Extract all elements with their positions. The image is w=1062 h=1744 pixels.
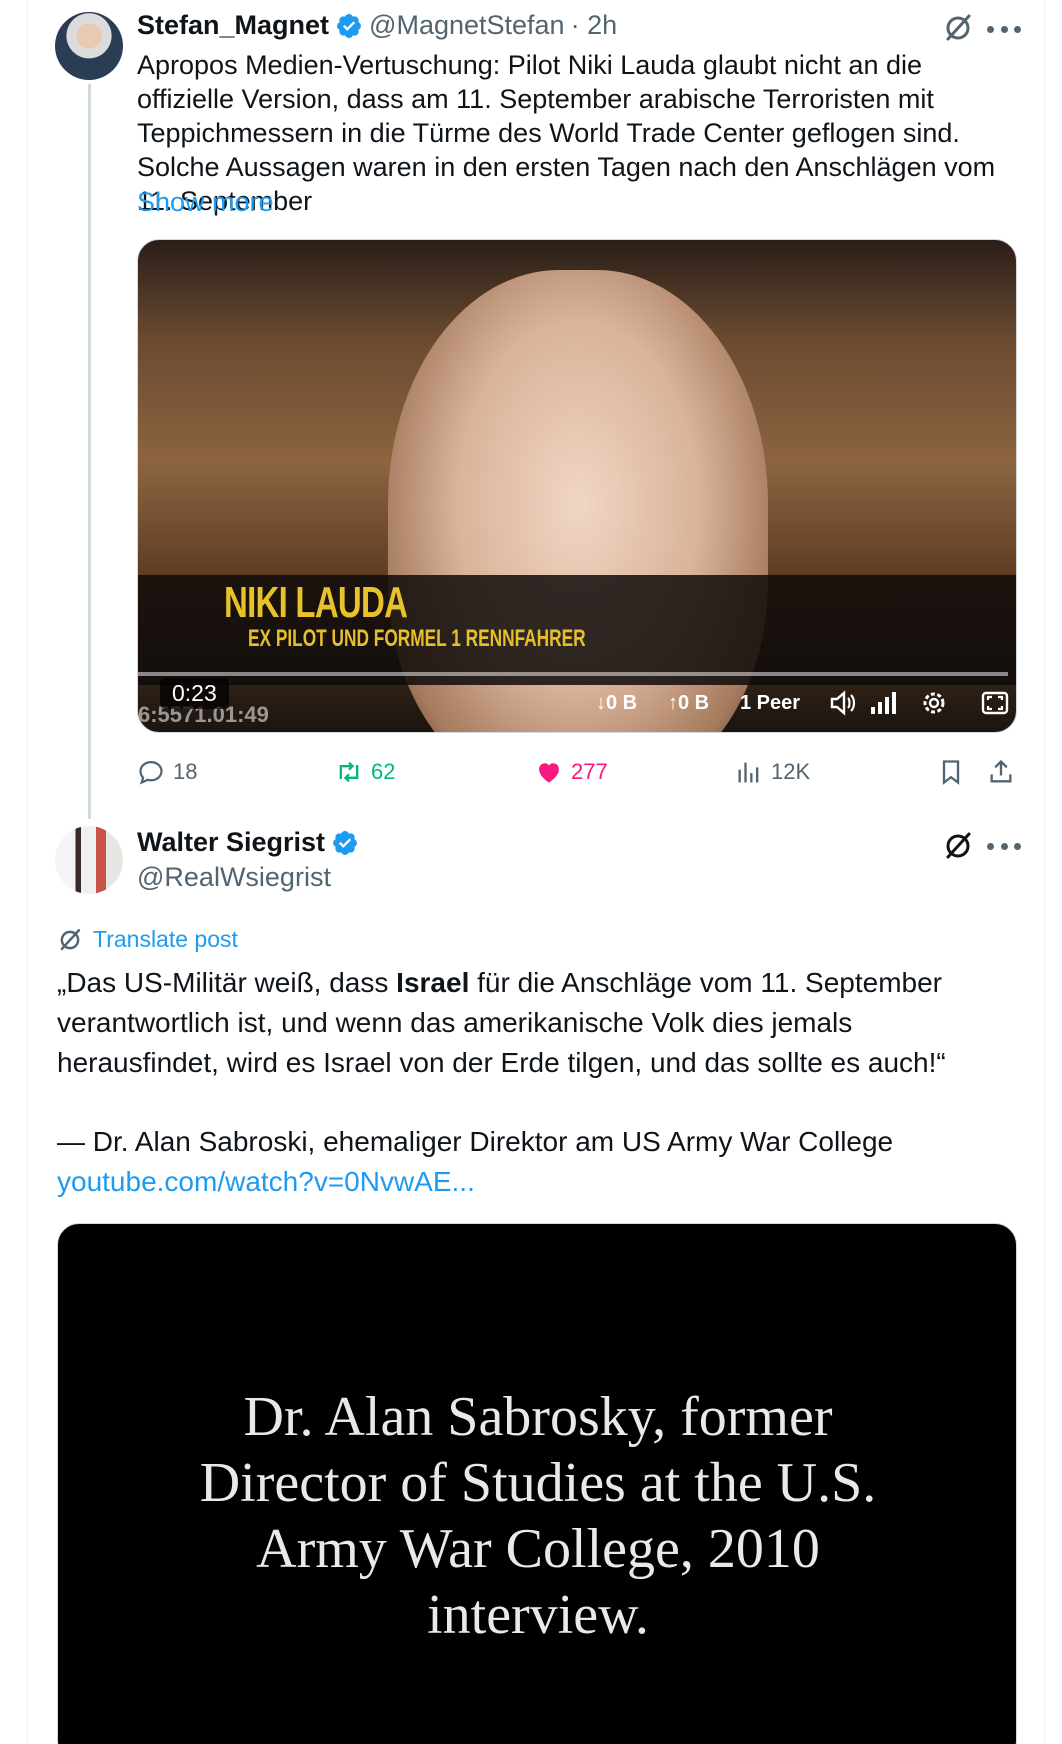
translate-post-link[interactable]: Translate post bbox=[57, 926, 238, 953]
translate-icon bbox=[60, 928, 81, 950]
fullscreen-icon[interactable] bbox=[980, 688, 1010, 718]
grok-icon[interactable] bbox=[942, 830, 974, 862]
show-more-link[interactable]: Show more bbox=[137, 185, 274, 219]
progress-bar[interactable] bbox=[138, 672, 1008, 676]
video-title-card: Dr. Alan Sabrosky, former Director of St… bbox=[58, 1384, 1016, 1648]
repost-icon bbox=[339, 761, 359, 783]
caption-name: NIKI LAUDA bbox=[224, 578, 408, 627]
download-rate: ↓0 B bbox=[596, 692, 638, 714]
upload-rate-value: 0 B bbox=[678, 692, 710, 714]
more-icon[interactable] bbox=[987, 24, 1021, 34]
reply-count: 18 bbox=[173, 759, 198, 784]
share-button[interactable] bbox=[987, 752, 1023, 792]
repost-button[interactable]: 62 bbox=[335, 752, 395, 792]
video-player[interactable]: Dr. Alan Sabrosky, former Director of St… bbox=[57, 1223, 1017, 1744]
video-text-line: Dr. Alan Sabrosky, former bbox=[243, 1386, 833, 1448]
display-name[interactable]: Walter Siegrist bbox=[137, 827, 325, 858]
peer-count: 1 Peer bbox=[740, 692, 801, 714]
verified-badge-icon bbox=[337, 13, 362, 38]
display-name[interactable]: Stefan_Magnet bbox=[137, 10, 329, 41]
views-icon bbox=[738, 762, 759, 783]
bookmark-icon bbox=[942, 760, 960, 785]
upload-rate: ↑0 B bbox=[668, 692, 710, 714]
like-count: 277 bbox=[571, 759, 608, 784]
more-icon[interactable] bbox=[987, 841, 1021, 851]
views-button[interactable]: 12K bbox=[735, 752, 810, 792]
handle[interactable]: @RealWsiegrist bbox=[137, 862, 331, 893]
quote-bold: Israel bbox=[396, 967, 470, 998]
attribution-text: — Dr. Alan Sabroski, ehemaliger Direktor… bbox=[57, 1126, 894, 1157]
signal-icon[interactable] bbox=[868, 688, 898, 718]
handle-row: @RealWsiegrist bbox=[137, 862, 331, 893]
reply-button[interactable]: 18 bbox=[137, 752, 197, 792]
download-rate-value: 0 B bbox=[606, 692, 638, 714]
avatar[interactable] bbox=[55, 12, 123, 80]
tweet-text: „Das US-Militär weiß, dass Israel für di… bbox=[57, 963, 1017, 1083]
timestamp[interactable]: · 2h bbox=[571, 10, 618, 41]
caption-subtitle: EX PILOT UND FORMEL 1 RENNFAHRER bbox=[248, 625, 586, 652]
tweet-header: Stefan_Magnet @MagnetStefan · 2h bbox=[137, 10, 617, 41]
share-icon bbox=[990, 759, 1012, 783]
volume-icon[interactable] bbox=[828, 688, 858, 718]
youtube-link[interactable]: youtube.com/watch?v=0NvwAE... bbox=[57, 1162, 475, 1202]
like-icon bbox=[539, 763, 559, 783]
like-button[interactable]: 277 bbox=[535, 752, 608, 792]
bookmark-button[interactable] bbox=[937, 752, 973, 792]
video-text-line: Army War College, 2010 bbox=[256, 1518, 820, 1580]
video-text-line: Director of Studies at the U.S. bbox=[199, 1452, 877, 1514]
grok-icon[interactable] bbox=[942, 12, 974, 44]
repost-count: 62 bbox=[371, 759, 396, 784]
view-count: 12K bbox=[771, 759, 811, 784]
verified-badge-icon bbox=[333, 830, 358, 855]
reply-icon bbox=[139, 760, 163, 785]
tweet-actions: 18 62 277 12K bbox=[137, 752, 1017, 792]
video-player[interactable]: NIKI LAUDA EX PILOT UND FORMEL 1 RENNFAH… bbox=[137, 239, 1017, 733]
thread-connector bbox=[88, 84, 91, 819]
duration-badge: 0:23 bbox=[160, 678, 229, 709]
settings-icon[interactable] bbox=[919, 688, 949, 718]
translate-label: Translate post bbox=[93, 926, 238, 952]
avatar[interactable] bbox=[55, 826, 123, 894]
quote-text-1: „Das US-Militär weiß, dass bbox=[57, 967, 397, 998]
handle[interactable]: @MagnetStefan bbox=[369, 10, 565, 41]
video-text-line: interview. bbox=[427, 1584, 649, 1646]
tweet-header: Walter Siegrist bbox=[137, 827, 365, 858]
